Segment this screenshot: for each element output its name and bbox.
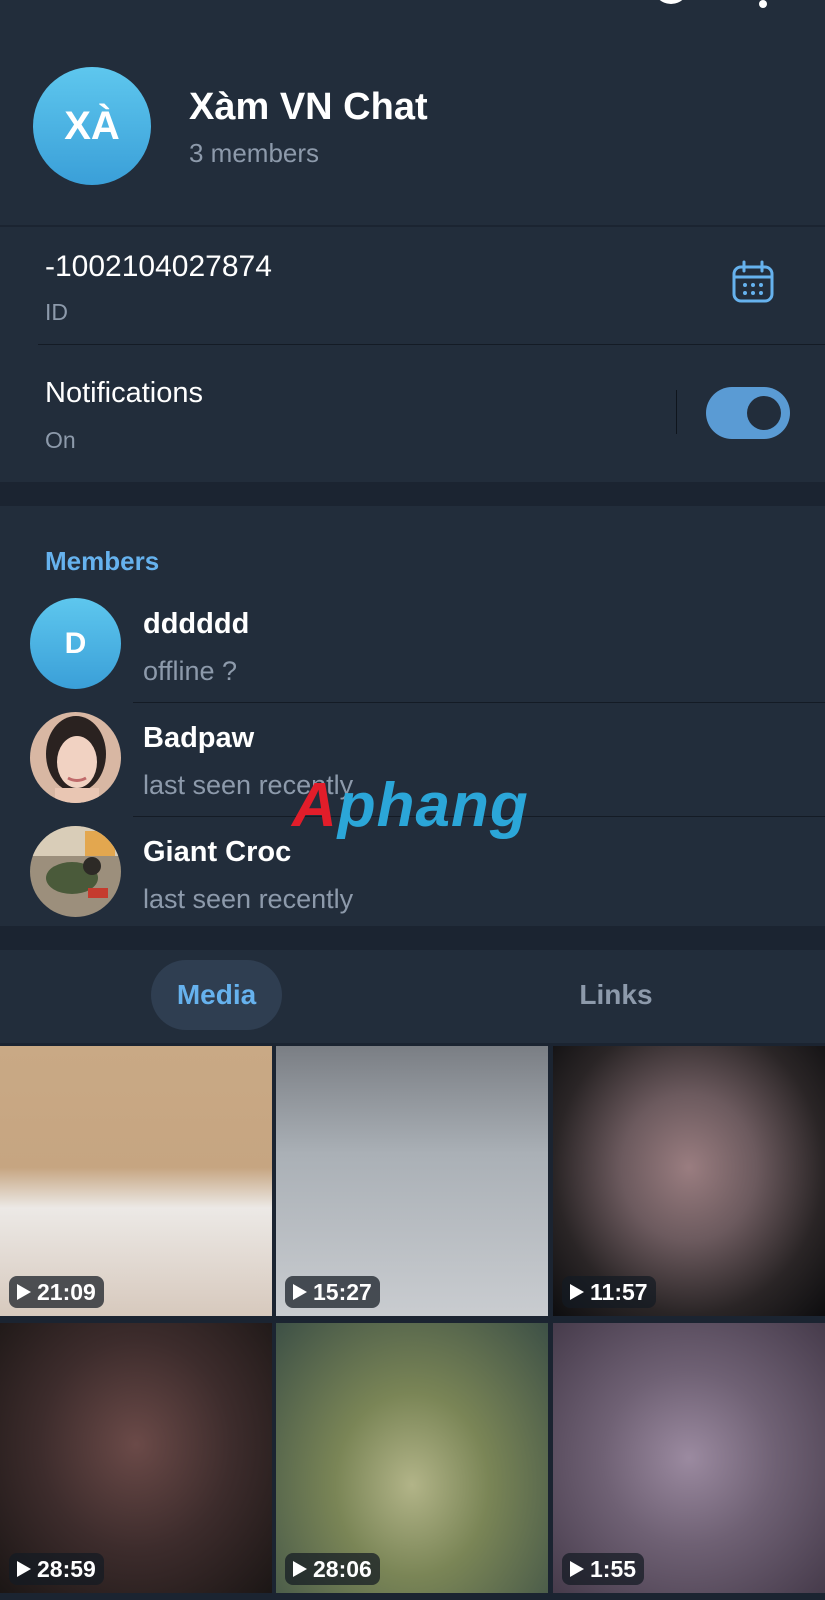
toggle-knob	[747, 396, 781, 430]
chat-avatar[interactable]: XÀ	[33, 67, 151, 185]
member-status: offline ?	[143, 656, 238, 686]
chat-avatar-initials: XÀ	[64, 103, 120, 148]
play-icon	[293, 1561, 307, 1577]
info-panel: -1002104027874 ID Notifications On	[0, 227, 825, 482]
shared-media-tabs: Media Links	[0, 950, 825, 1043]
chat-title: Xàm VN Chat	[189, 86, 428, 128]
play-icon	[293, 1284, 307, 1300]
member-count: 3 members	[189, 138, 320, 168]
watermark-logo: Aphang	[292, 771, 529, 840]
divider	[133, 702, 825, 703]
back-arrow-icon[interactable]	[30, 0, 64, 10]
video-duration-badge: 21:09	[9, 1276, 104, 1308]
calendar-icon[interactable]	[731, 260, 775, 304]
media-grid: 21:09 15:27 11:57 28:59 28:06 1:55	[0, 1046, 825, 1600]
media-thumbnail[interactable]: 15:27	[276, 1046, 548, 1316]
more-menu-icon[interactable]	[756, 0, 770, 10]
vertical-separator	[676, 390, 677, 434]
media-thumbnail[interactable]: 28:06	[276, 1323, 548, 1593]
video-duration-badge: 1:55	[562, 1553, 645, 1585]
tab-links[interactable]: Links	[556, 960, 676, 1030]
media-thumbnail[interactable]: 21:09	[0, 1046, 272, 1316]
notifications-title: Notifications	[45, 377, 203, 409]
avatar-photo	[30, 826, 121, 917]
video-duration-badge: 28:59	[9, 1553, 104, 1585]
members-panel: Members D dddddd offline ? Badpaw last s…	[0, 506, 825, 926]
chat-header: XÀ Xàm VN Chat 3 members	[0, 0, 825, 225]
video-duration-badge: 11:57	[562, 1276, 656, 1308]
avatar	[30, 826, 121, 917]
info-icon[interactable]	[652, 0, 690, 10]
member-row[interactable]: D dddddd offline ?	[0, 598, 825, 712]
play-icon	[17, 1284, 31, 1300]
member-status: last seen recently	[143, 884, 354, 914]
play-icon	[570, 1284, 584, 1300]
video-duration-badge: 28:06	[285, 1553, 380, 1585]
media-thumbnail[interactable]: 11:57	[553, 1046, 825, 1316]
avatar	[30, 712, 121, 803]
chat-id-value[interactable]: -1002104027874	[45, 250, 272, 284]
tab-media[interactable]: Media	[151, 960, 282, 1030]
media-thumbnail[interactable]: 28:59	[0, 1323, 272, 1593]
member-row[interactable]: Giant Croc last seen recently	[0, 826, 825, 940]
play-icon	[570, 1561, 584, 1577]
video-duration-badge: 15:27	[285, 1276, 380, 1308]
notifications-toggle[interactable]	[706, 387, 790, 439]
member-name: dddddd	[143, 608, 250, 640]
member-name: Giant Croc	[143, 836, 292, 868]
avatar-initial: D	[64, 626, 87, 660]
divider	[38, 344, 825, 345]
play-icon	[17, 1561, 31, 1577]
notifications-state: On	[45, 427, 76, 453]
member-name: Badpaw	[143, 722, 255, 754]
avatar-photo	[30, 712, 121, 803]
avatar: D	[30, 598, 121, 689]
chat-id-label: ID	[45, 299, 68, 325]
members-header: Members	[45, 546, 160, 576]
media-thumbnail[interactable]: 1:55	[553, 1323, 825, 1593]
